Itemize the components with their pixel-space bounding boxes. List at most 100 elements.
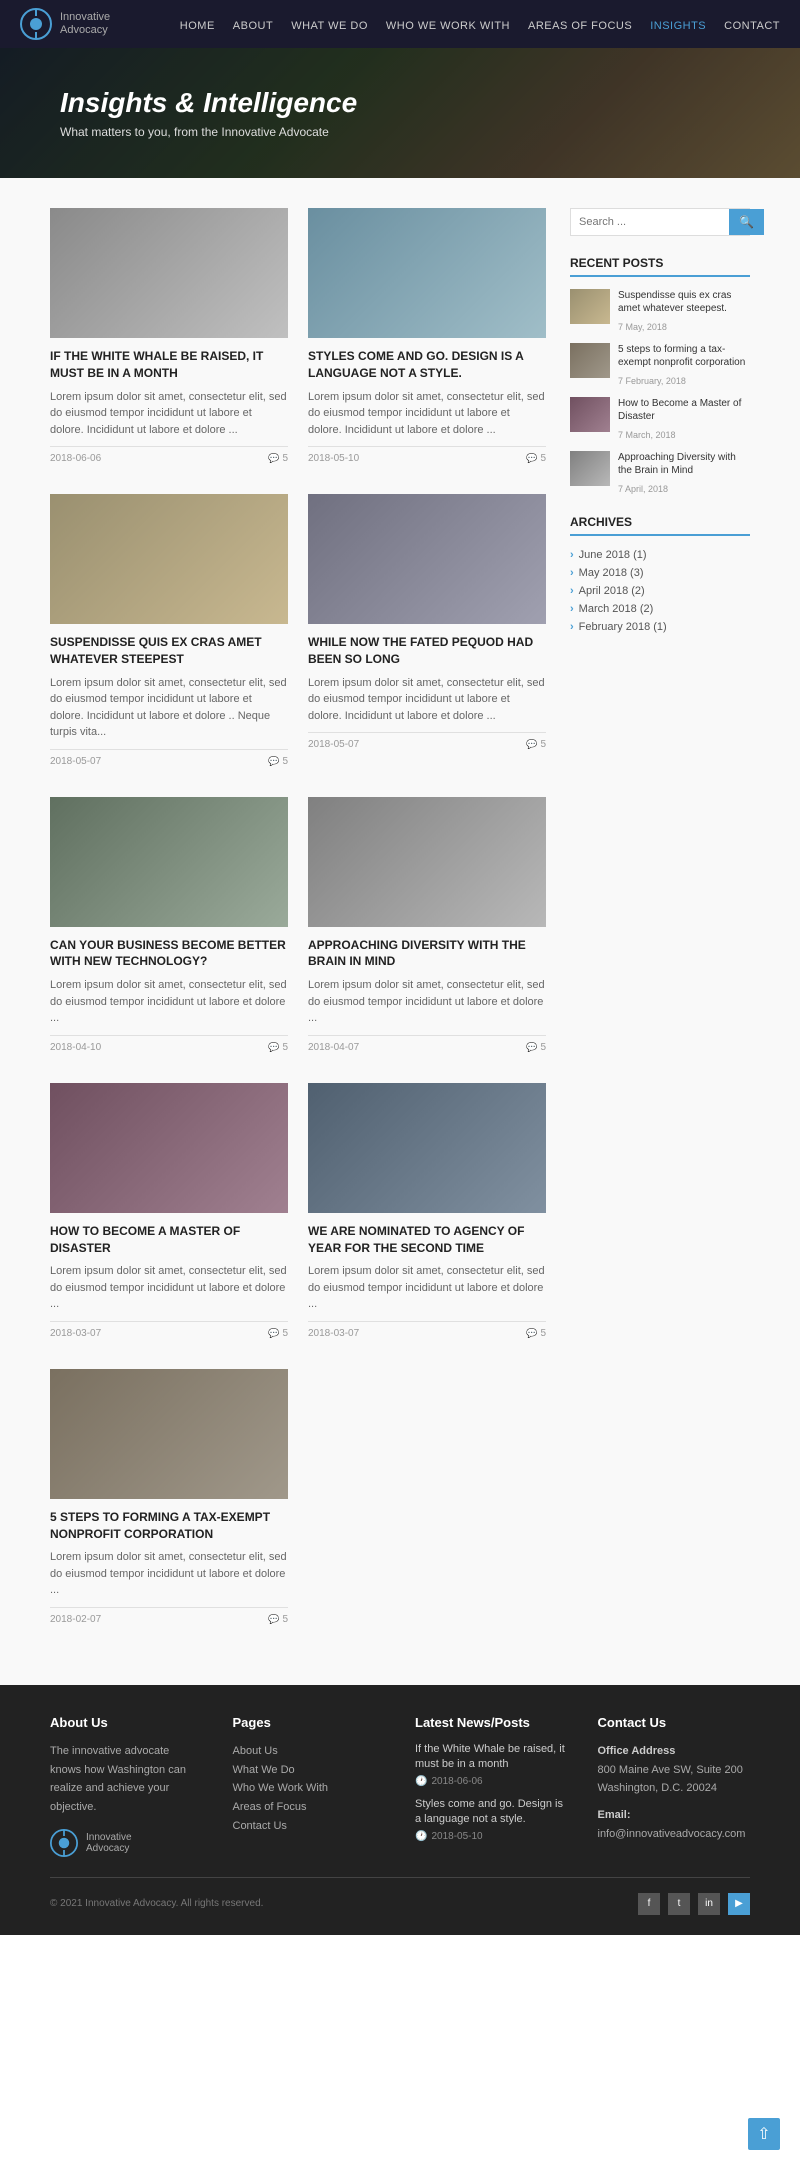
post-image-4[interactable] xyxy=(308,494,546,624)
recent-post-info-3: How to Become a Master of Disaster 7 Mar… xyxy=(618,397,750,441)
footer-news-title-1[interactable]: If the White Whale be raised, it must be… xyxy=(415,1742,568,1773)
footer-bottom: © 2021 Innovative Advocacy. All rights r… xyxy=(50,1877,750,1915)
post-title-3[interactable]: SUSPENDISSE QUIS EX CRAS AMET WHATEVER S… xyxy=(50,634,288,668)
post-row-2: SUSPENDISSE QUIS EX CRAS AMET WHATEVER S… xyxy=(50,494,546,767)
footer-news-heading: Latest News/Posts xyxy=(415,1715,568,1730)
social-other[interactable]: ▶ xyxy=(728,1893,750,1915)
nav-link-insights[interactable]: INSIGHTS xyxy=(650,20,706,32)
nav-link-areas[interactable]: AREAS OF FOCUS xyxy=(528,20,632,32)
post-meta-8: 2018-03-07 5 xyxy=(308,1321,546,1339)
recent-post-title-3[interactable]: How to Become a Master of Disaster xyxy=(618,397,750,423)
nav-link-who[interactable]: WHO WE WORK WITH xyxy=(386,20,510,32)
post-title-7[interactable]: HOW TO BECOME A MASTER OF DISASTER xyxy=(50,1223,288,1257)
recent-post-thumb-4[interactable] xyxy=(570,451,610,486)
archive-item-april[interactable]: April 2018 (2) xyxy=(570,582,750,600)
footer-logo[interactable]: Innovative Advocacy xyxy=(50,1829,203,1857)
footer-page-about[interactable]: About Us xyxy=(233,1742,386,1761)
nav-item-insights[interactable]: INSIGHTS xyxy=(650,17,706,32)
post-image-7[interactable] xyxy=(50,1083,288,1213)
post-meta-right-1: 5 xyxy=(268,453,288,464)
post-row-5: 5 STEPS TO FORMING A TAX-EXEMPT NONPROFI… xyxy=(50,1369,546,1625)
nav-item-who[interactable]: WHO WE WORK WITH xyxy=(386,17,510,32)
post-meta-right-2: 5 xyxy=(526,453,546,464)
nav-item-areas[interactable]: AREAS OF FOCUS xyxy=(528,17,632,32)
nav-link-about[interactable]: ABOUT xyxy=(233,20,273,32)
footer-contact-heading: Contact Us xyxy=(598,1715,751,1730)
footer-about-text: The innovative advocate knows how Washin… xyxy=(50,1742,203,1817)
post-image-5[interactable] xyxy=(50,797,288,927)
comment-icon-3: 5 xyxy=(268,756,288,767)
footer-top: About Us The innovative advocate knows h… xyxy=(50,1715,750,1857)
recent-posts-section: RECENT POSTS Suspendisse quis ex cras am… xyxy=(570,256,750,495)
footer-page-areas-link[interactable]: Areas of Focus xyxy=(233,1801,307,1813)
archive-item-feb[interactable]: February 2018 (1) xyxy=(570,618,750,636)
archive-item-june[interactable]: June 2018 (1) xyxy=(570,546,750,564)
search-input[interactable] xyxy=(571,209,729,235)
footer-contact-address: 800 Maine Ave SW, Suite 200Washington, D… xyxy=(598,1761,751,1798)
recent-post-item-2: 5 steps to forming a tax-exempt nonprofi… xyxy=(570,343,750,387)
clock-icon-1: 🕐 xyxy=(415,1776,427,1787)
post-image-2[interactable] xyxy=(308,208,546,338)
post-image-6[interactable] xyxy=(308,797,546,927)
hero-banner: Insights & Intelligence What matters to … xyxy=(0,48,800,178)
nav-link-what[interactable]: WHAT WE DO xyxy=(291,20,368,32)
search-button[interactable]: 🔍 xyxy=(729,209,764,235)
footer-page-areas[interactable]: Areas of Focus xyxy=(233,1798,386,1817)
nav-link-home[interactable]: HOME xyxy=(180,20,215,32)
post-image-1[interactable] xyxy=(50,208,288,338)
footer-page-what-link[interactable]: What We Do xyxy=(233,1764,295,1776)
post-title-5[interactable]: CAN YOUR BUSINESS BECOME BETTER WITH NEW… xyxy=(50,937,288,971)
recent-post-date-2: 7 February, 2018 xyxy=(618,376,686,386)
comment-icon-9: 5 xyxy=(268,1614,288,1625)
post-image-3[interactable] xyxy=(50,494,288,624)
post-title-1[interactable]: IF THE WHITE WHALE BE RAISED, IT MUST BE… xyxy=(50,348,288,382)
footer-page-contact[interactable]: Contact Us xyxy=(233,1817,386,1836)
post-excerpt-9: Lorem ipsum dolor sit amet, consectetur … xyxy=(50,1549,288,1599)
nav-item-what[interactable]: WHAT WE DO xyxy=(291,17,368,32)
logo[interactable]: Innovative Advocacy xyxy=(20,8,110,40)
nav-item-home[interactable]: HOME xyxy=(180,17,215,32)
recent-post-thumb-1[interactable] xyxy=(570,289,610,324)
recent-post-title-4[interactable]: Approaching Diversity with the Brain in … xyxy=(618,451,750,477)
post-meta-9: 2018-02-07 5 xyxy=(50,1607,288,1625)
nav-links: HOME ABOUT WHAT WE DO WHO WE WORK WITH A… xyxy=(180,17,780,32)
post-title-2[interactable]: STYLES COME AND GO. DESIGN IS A LANGUAGE… xyxy=(308,348,546,382)
scroll-top-button[interactable]: ⇧ xyxy=(748,2118,780,2150)
social-facebook[interactable]: f xyxy=(638,1893,660,1915)
recent-post-thumb-3[interactable] xyxy=(570,397,610,432)
post-image-9[interactable] xyxy=(50,1369,288,1499)
post-meta-6: 2018-04-07 5 xyxy=(308,1035,546,1053)
archive-item-march[interactable]: March 2018 (2) xyxy=(570,600,750,618)
footer-pages-col: Pages About Us What We Do Who We Work Wi… xyxy=(233,1715,386,1857)
post-meta-right-8: 5 xyxy=(526,1328,546,1339)
nav-link-contact[interactable]: CONTACT xyxy=(724,20,780,32)
post-title-8[interactable]: WE ARE NOMINATED TO AGENCY OF YEAR FOR T… xyxy=(308,1223,546,1257)
footer-news-item-2: Styles come and go. Design is a language… xyxy=(415,1797,568,1842)
post-image-8[interactable] xyxy=(308,1083,546,1213)
post-title-4[interactable]: WHILE NOW THE FATED PEQUOD HAD BEEN SO L… xyxy=(308,634,546,668)
recent-post-title-1[interactable]: Suspendisse quis ex cras amet whatever s… xyxy=(618,289,750,315)
footer-logo-icon xyxy=(50,1829,78,1857)
footer-page-contact-link[interactable]: Contact Us xyxy=(233,1820,287,1832)
search-box: 🔍 xyxy=(570,208,750,236)
nav-item-contact[interactable]: CONTACT xyxy=(724,17,780,32)
social-linkedin[interactable]: in xyxy=(698,1893,720,1915)
footer-page-who-link[interactable]: Who We Work With xyxy=(233,1782,329,1794)
footer-news-title-2[interactable]: Styles come and go. Design is a language… xyxy=(415,1797,568,1828)
nav-item-about[interactable]: ABOUT xyxy=(233,17,273,32)
post-meta-right-6: 5 xyxy=(526,1042,546,1053)
footer-contact-email[interactable]: info@innovativeadvocacy.com xyxy=(598,1825,751,1844)
post-meta-3: 2018-05-07 5 xyxy=(50,749,288,767)
post-title-9[interactable]: 5 STEPS TO FORMING A TAX-EXEMPT NONPROFI… xyxy=(50,1509,288,1543)
recent-post-title-2[interactable]: 5 steps to forming a tax-exempt nonprofi… xyxy=(618,343,750,369)
post-title-6[interactable]: APPROACHING DIVERSITY WITH THE BRAIN IN … xyxy=(308,937,546,971)
archive-item-may[interactable]: May 2018 (3) xyxy=(570,564,750,582)
post-meta-right-4: 5 xyxy=(526,739,546,750)
footer-page-about-link[interactable]: About Us xyxy=(233,1745,278,1757)
footer-page-who[interactable]: Who We Work With xyxy=(233,1779,386,1798)
footer-page-what[interactable]: What We Do xyxy=(233,1761,386,1780)
social-twitter[interactable]: t xyxy=(668,1893,690,1915)
recent-post-thumb-2[interactable] xyxy=(570,343,610,378)
logo-line1: Innovative xyxy=(60,11,110,24)
post-date-3: 2018-05-07 xyxy=(50,756,101,767)
